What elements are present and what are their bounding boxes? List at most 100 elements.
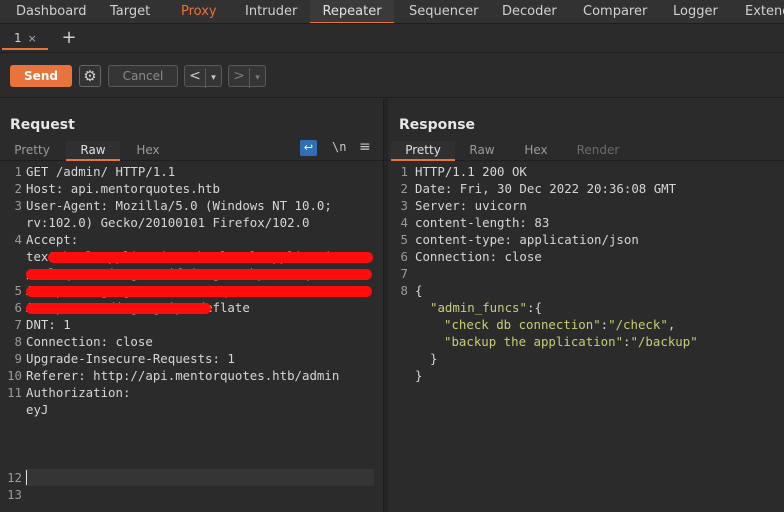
word-wrap-icon[interactable]: ↩ xyxy=(300,140,317,156)
tab-raw[interactable]: Raw xyxy=(458,141,506,161)
send-button[interactable]: Send xyxy=(10,65,72,87)
line-number: 8 xyxy=(14,334,22,349)
line-number: 6 xyxy=(400,249,408,264)
redaction-mark xyxy=(26,269,372,280)
tab-repeater[interactable]: Repeater xyxy=(310,0,394,23)
json-punct: : xyxy=(623,334,631,349)
line-number: 3 xyxy=(400,198,408,213)
line-number: 3 xyxy=(14,198,22,213)
line-number: 1 xyxy=(400,164,408,179)
json-punct: , xyxy=(667,317,676,332)
request-panel: Request Pretty Raw Hex ↩ \n ≡ 1 GET /admi… xyxy=(0,99,384,512)
json-punct: :{ xyxy=(526,300,542,315)
history-back-button[interactable]: < ▾ xyxy=(184,65,222,88)
newline-toggle[interactable]: \n xyxy=(332,140,346,154)
tab-hex[interactable]: Hex xyxy=(124,141,172,161)
line-number: 10 xyxy=(7,368,22,383)
line-number: 6 xyxy=(14,300,22,315)
repeater-tab-label: 1 xyxy=(14,31,22,45)
code-line: Authorization: xyxy=(26,385,131,400)
code-line: User-Agent: Mozilla/5.0 (Windows NT 10.0… xyxy=(26,198,332,213)
request-view-tabs: Pretty Raw Hex xyxy=(0,141,383,161)
tab-extender[interactable]: Extend xyxy=(739,0,784,23)
chevron-down-icon[interactable]: ▾ xyxy=(205,68,221,88)
line-number: 12 xyxy=(7,470,22,485)
tab-render[interactable]: Render xyxy=(570,141,626,161)
code-line: Date: Fri, 30 Dec 2022 20:36:08 GMT xyxy=(415,181,677,196)
line-number: 7 xyxy=(14,317,22,332)
json-line: } xyxy=(415,368,423,383)
line-number: 13 xyxy=(7,487,22,502)
tab-decoder[interactable]: Decoder xyxy=(496,0,563,23)
line-number: 5 xyxy=(14,283,22,298)
chevron-left-icon[interactable]: < xyxy=(185,66,205,86)
add-tab-icon[interactable]: + xyxy=(60,28,78,48)
tab-logger[interactable]: Logger xyxy=(667,0,724,23)
line-number: 8 xyxy=(400,283,408,298)
line-number: 9 xyxy=(14,351,22,366)
tab-target[interactable]: Target xyxy=(104,0,156,23)
code-line: content-type: application/json xyxy=(415,232,639,247)
tab-comparer[interactable]: Comparer xyxy=(577,0,653,23)
repeater-tab-strip: 1 × xyxy=(0,25,784,53)
line-number: 5 xyxy=(400,232,408,247)
line-number: 11 xyxy=(7,385,22,400)
tab-hex[interactable]: Hex xyxy=(512,141,560,161)
redaction-mark xyxy=(48,252,373,263)
code-line: GET /admin/ HTTP/1.1 xyxy=(26,164,176,179)
line-number: 7 xyxy=(400,266,408,281)
code-line: Accept: xyxy=(26,232,79,247)
tab-intruder[interactable]: Intruder xyxy=(239,0,303,23)
json-key: "admin_funcs" xyxy=(430,300,527,315)
redaction-mark xyxy=(26,303,211,314)
response-title: Response xyxy=(399,117,476,133)
tab-pretty[interactable]: Pretty xyxy=(391,141,455,161)
line-number: 4 xyxy=(14,232,22,247)
line-number: 1 xyxy=(14,164,22,179)
response-view-tabs: Pretty Raw Hex Render xyxy=(388,141,784,161)
response-panel: Response Pretty Raw Hex Render 1 HTTP/1.1… xyxy=(388,99,784,512)
code-line: Upgrade-Insecure-Requests: 1 xyxy=(26,351,235,366)
request-title: Request xyxy=(10,117,75,133)
json-line: "admin_funcs":{ xyxy=(430,299,542,316)
top-tab-bar: Dashboard Target Proxy Intruder Repeater… xyxy=(0,0,784,24)
json-line: } xyxy=(430,351,438,366)
request-toolbar: Send ⚙ Cancel < ▾ > ▾ xyxy=(0,54,784,98)
code-line: eyJ xyxy=(26,402,49,417)
chevron-right-icon[interactable]: > xyxy=(229,66,249,86)
history-forward-button[interactable]: > ▾ xyxy=(228,65,266,88)
chevron-down-icon[interactable]: ▾ xyxy=(249,68,265,88)
code-line: Server: uvicorn xyxy=(415,198,527,213)
line-number: 4 xyxy=(400,215,408,230)
code-line: Referer: http://api.mentorquotes.htb/adm… xyxy=(26,368,340,383)
code-line: content-length: 83 xyxy=(415,215,550,230)
json-key: "backup the application" xyxy=(444,334,624,349)
code-line: DNT: 1 xyxy=(26,317,71,332)
current-line-highlight xyxy=(25,469,374,486)
tab-dashboard[interactable]: Dashboard xyxy=(10,0,93,23)
json-punct: : xyxy=(600,317,609,332)
json-value: "/check" xyxy=(608,317,668,332)
tab-pretty[interactable]: Pretty xyxy=(2,141,62,161)
code-line: HTTP/1.1 200 OK xyxy=(415,164,527,179)
repeater-tab-1[interactable]: 1 × xyxy=(2,28,48,50)
code-line: rv:102.0) Gecko/20100101 Firefox/102.0 xyxy=(26,215,310,230)
json-key: "check db connection" xyxy=(444,317,601,332)
tab-proxy[interactable]: Proxy xyxy=(175,0,223,23)
tab-raw[interactable]: Raw xyxy=(66,141,120,161)
code-line: Connection: close xyxy=(415,249,542,264)
menu-icon[interactable]: ≡ xyxy=(359,139,371,155)
code-line: Connection: close xyxy=(26,334,153,349)
close-icon[interactable]: × xyxy=(28,32,37,45)
code-line: { xyxy=(415,283,423,298)
json-line: "backup the application":"/backup" xyxy=(444,333,698,350)
code-line: Host: api.mentorquotes.htb xyxy=(26,181,220,196)
json-value: "/backup" xyxy=(630,334,698,349)
text-caret xyxy=(26,470,27,485)
line-number: 2 xyxy=(14,181,22,196)
line-number: 2 xyxy=(400,181,408,196)
gear-icon[interactable]: ⚙ xyxy=(79,65,101,87)
cancel-button[interactable]: Cancel xyxy=(108,65,178,87)
tab-sequencer[interactable]: Sequencer xyxy=(403,0,484,23)
json-line: "check db connection":"/check", xyxy=(444,316,675,333)
